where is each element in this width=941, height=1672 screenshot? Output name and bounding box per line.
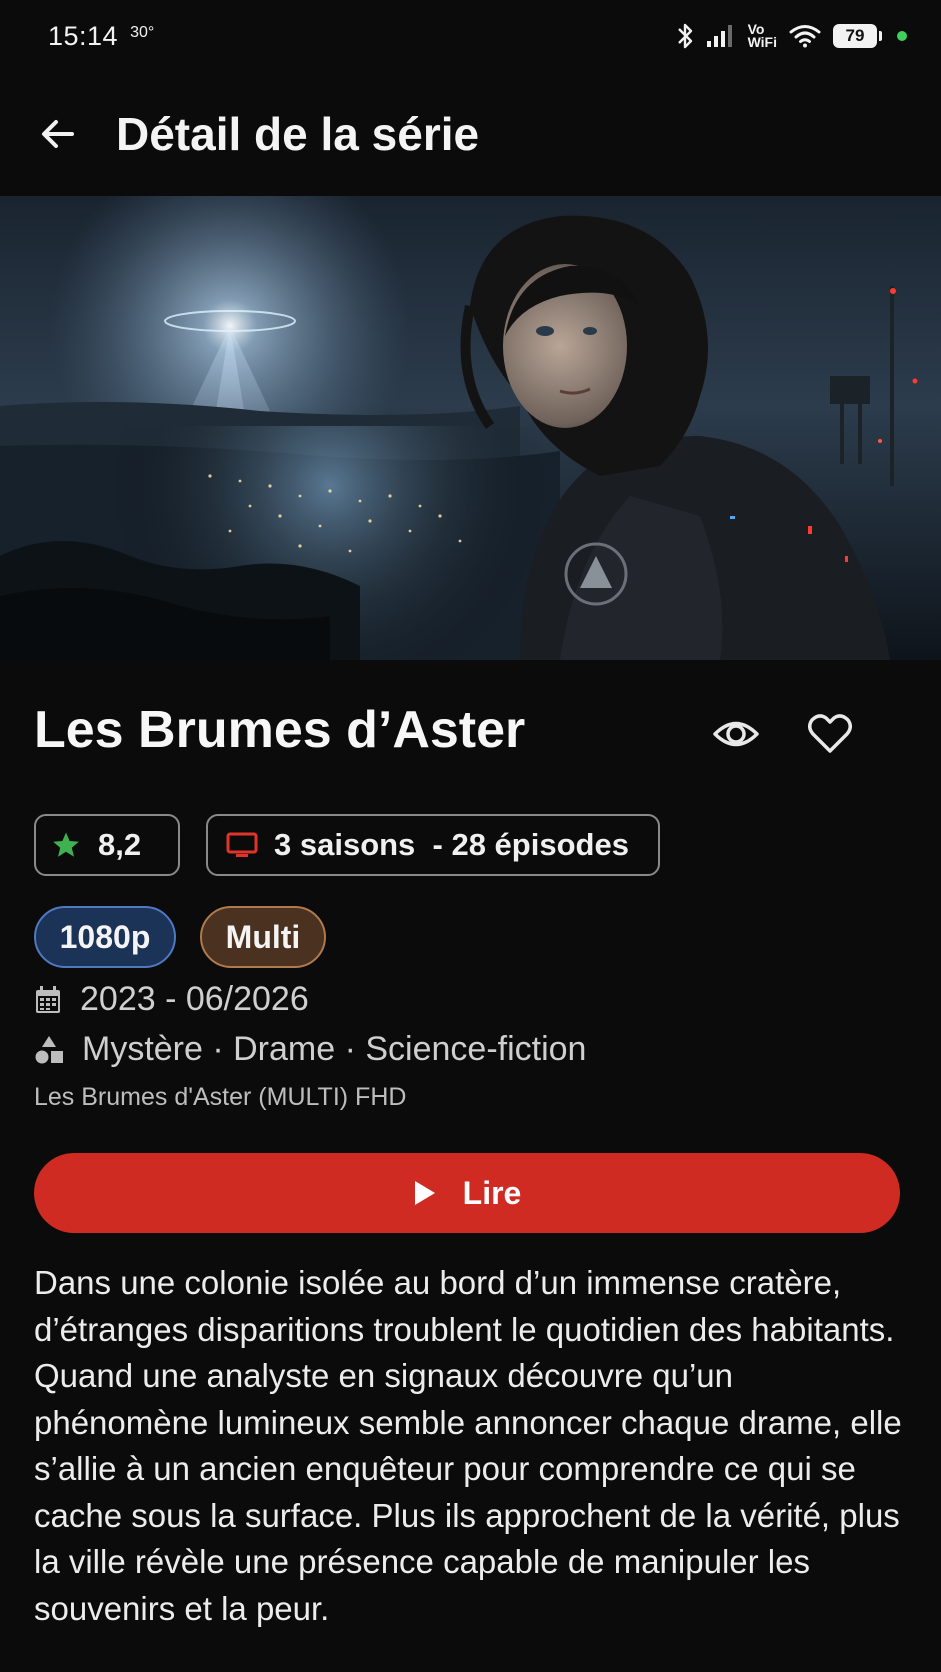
poster-artwork <box>0 196 941 660</box>
heart-icon <box>808 714 852 753</box>
seasons-chip: 3 saisons - 28 épisodes <box>206 814 660 876</box>
play-button-label: Lire <box>462 1174 522 1211</box>
status-icons: Vo WiFi 79 <box>676 22 907 50</box>
privacy-dot <box>897 31 907 41</box>
vowifi-bottom: WiFi <box>747 34 777 50</box>
bluetooth-icon <box>677 23 692 49</box>
signal-icon <box>706 25 732 47</box>
release-dates-row: 2023 - 06/2026 <box>34 980 309 1019</box>
status-bar: 15:14 30° Vo WiFi 79 <box>0 0 941 72</box>
page-title: Détail de la série <box>116 108 480 160</box>
file-name: Les Brumes d'Aster (MULTI) FHD <box>34 1083 407 1111</box>
genres-row: Mystère · Drame · Science-fiction <box>34 1030 586 1069</box>
back-button[interactable] <box>28 104 88 164</box>
resolution-badge: 1080p <box>34 906 176 968</box>
language-badge: Multi <box>200 906 326 968</box>
arrow-left-icon <box>42 120 74 148</box>
favorite-button[interactable] <box>804 708 856 760</box>
genres-text: Mystère · Drame · Science-fiction <box>82 1030 587 1068</box>
seasons-episodes-text: 3 saisons - 28 épisodes <box>274 827 629 862</box>
play-button[interactable]: Lire <box>34 1153 900 1233</box>
tv-icon <box>226 832 258 857</box>
status-left: 15:14 30° <box>48 21 154 52</box>
rating-chip: 8,2 <box>34 814 180 876</box>
wifi-icon <box>789 25 821 48</box>
status-time: 15:14 <box>48 20 119 51</box>
release-dates-text: 2023 - 06/2026 <box>80 980 309 1018</box>
series-poster-image <box>0 196 941 660</box>
status-temperature: 30° <box>130 23 155 41</box>
calendar-icon <box>36 985 60 1013</box>
shapes-icon <box>35 1035 63 1063</box>
star-icon <box>53 832 79 857</box>
play-icon <box>414 1181 435 1205</box>
battery-indicator: 79 <box>833 24 882 48</box>
rating-value: 8,2 <box>98 827 142 862</box>
app-bar: Détail de la série <box>0 72 941 196</box>
vowifi-icon: Vo WiFi <box>747 22 777 50</box>
watched-toggle-button[interactable] <box>710 708 762 760</box>
eye-icon <box>713 721 759 747</box>
synopsis: Dans une colonie isolée au bord d’un imm… <box>34 1264 902 1627</box>
series-title: Les Brumes d’Aster <box>34 701 526 759</box>
